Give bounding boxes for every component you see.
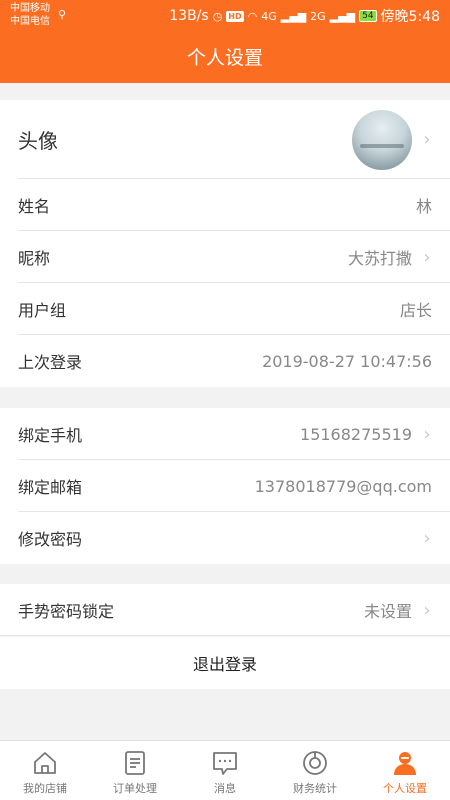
hd-icon: HD	[226, 10, 244, 22]
phone-label: 绑定手机	[18, 426, 83, 445]
email-row: 绑定邮箱 1378018779@qq.com	[0, 460, 450, 512]
tab-label: 订单处理	[113, 782, 157, 795]
tab-profile-settings[interactable]: 个人设置	[360, 741, 450, 800]
change-password-row[interactable]: 修改密码 ›	[0, 512, 450, 564]
usb-icon: ⚲	[58, 8, 67, 21]
name-value: 林	[415, 197, 432, 216]
chevron-right-icon: ›	[423, 527, 431, 549]
chevron-right-icon: ›	[423, 423, 431, 445]
user-icon	[394, 752, 416, 775]
carrier-2: 中国电信	[10, 16, 50, 27]
user-group-row: 用户组 店长	[0, 283, 450, 335]
document-icon	[125, 751, 145, 775]
logout-label: 退出登录	[192, 655, 257, 674]
chevron-right-icon: ›	[423, 129, 431, 150]
profile-group: 头像 › 姓名 林 昵称 大苏打撒 › 用户组 店长 上次登录 2019-08-…	[0, 100, 450, 387]
user-group-label: 用户组	[18, 301, 67, 320]
change-password-label: 修改密码	[18, 530, 83, 549]
app-bar: 个人设置	[0, 30, 450, 83]
avatar	[352, 109, 412, 170]
last-login-label: 上次登录	[18, 353, 83, 372]
message-icon	[213, 752, 237, 775]
chart-icon	[303, 751, 327, 775]
user-group-value: 店长	[399, 301, 432, 320]
security-group: 手势密码锁定 未设置 ›	[0, 584, 450, 636]
network-4g-label: 4G	[261, 9, 277, 23]
page-title: 个人设置	[186, 47, 263, 69]
home-icon	[34, 752, 56, 774]
avatar-row[interactable]: 头像 ›	[0, 100, 450, 179]
gesture-lock-label: 手势密码锁定	[18, 602, 115, 621]
logout-button[interactable]: 退出登录	[0, 637, 450, 689]
status-bar: 中国移动 中国电信 ⚲ 13B/s ◷ HD ◠ 4G ▂▄▆ 2G ▂▄▆ 5…	[0, 0, 450, 30]
gesture-lock-row[interactable]: 手势密码锁定 未设置 ›	[0, 584, 450, 636]
chevron-right-icon: ›	[423, 246, 431, 268]
nickname-row[interactable]: 昵称 大苏打撒 ›	[0, 231, 450, 283]
tab-orders[interactable]: 订单处理	[90, 741, 180, 800]
tab-label: 财务统计	[293, 782, 337, 795]
alarm-icon: ◷	[212, 9, 223, 23]
tab-label: 消息	[214, 782, 236, 795]
battery-icon: 54	[359, 10, 377, 22]
email-value: 1378018779@qq.com	[254, 476, 432, 496]
nickname-label: 昵称	[18, 249, 51, 268]
phone-row[interactable]: 绑定手机 15168275519 ›	[0, 408, 450, 460]
network-speed: 13B/s	[169, 8, 209, 24]
carrier-info: 中国移动 中国电信	[10, 2, 50, 28]
last-login-row: 上次登录 2019-08-27 10:47:56	[0, 335, 450, 387]
network-2g-label: 2G	[310, 9, 326, 23]
signal-icon: ▂▄▆	[280, 9, 307, 23]
name-row: 姓名 林	[0, 179, 450, 231]
last-login-value: 2019-08-27 10:47:56	[262, 351, 432, 371]
avatar-label: 头像	[18, 129, 58, 153]
name-label: 姓名	[18, 197, 51, 216]
gesture-lock-value: 未设置	[363, 602, 412, 621]
email-label: 绑定邮箱	[18, 478, 83, 497]
tab-finance[interactable]: 财务统计	[270, 741, 360, 800]
divider	[0, 635, 450, 636]
tab-label: 个人设置	[383, 782, 427, 795]
wifi-icon: ◠	[247, 9, 258, 23]
tab-label: 我的店铺	[23, 782, 67, 795]
bottom-tab-bar: 我的店铺 订单处理 消息 财务统计 个人设置	[0, 740, 450, 800]
tab-my-store[interactable]: 我的店铺	[0, 741, 90, 800]
signal-icon-2: ▂▄▆	[329, 9, 356, 23]
chevron-right-icon: ›	[423, 599, 431, 621]
clock: 傍晚5:48	[380, 9, 440, 25]
phone-value: 15168275519	[300, 424, 412, 444]
tab-messages[interactable]: 消息	[180, 741, 270, 800]
account-group: 绑定手机 15168275519 › 绑定邮箱 1378018779@qq.co…	[0, 408, 450, 564]
carrier-1: 中国移动	[10, 3, 50, 14]
status-right: 13B/s ◷ HD ◠ 4G ▂▄▆ 2G ▂▄▆ 54 傍晚5:48	[169, 6, 440, 26]
nickname-value: 大苏打撒	[347, 249, 412, 268]
